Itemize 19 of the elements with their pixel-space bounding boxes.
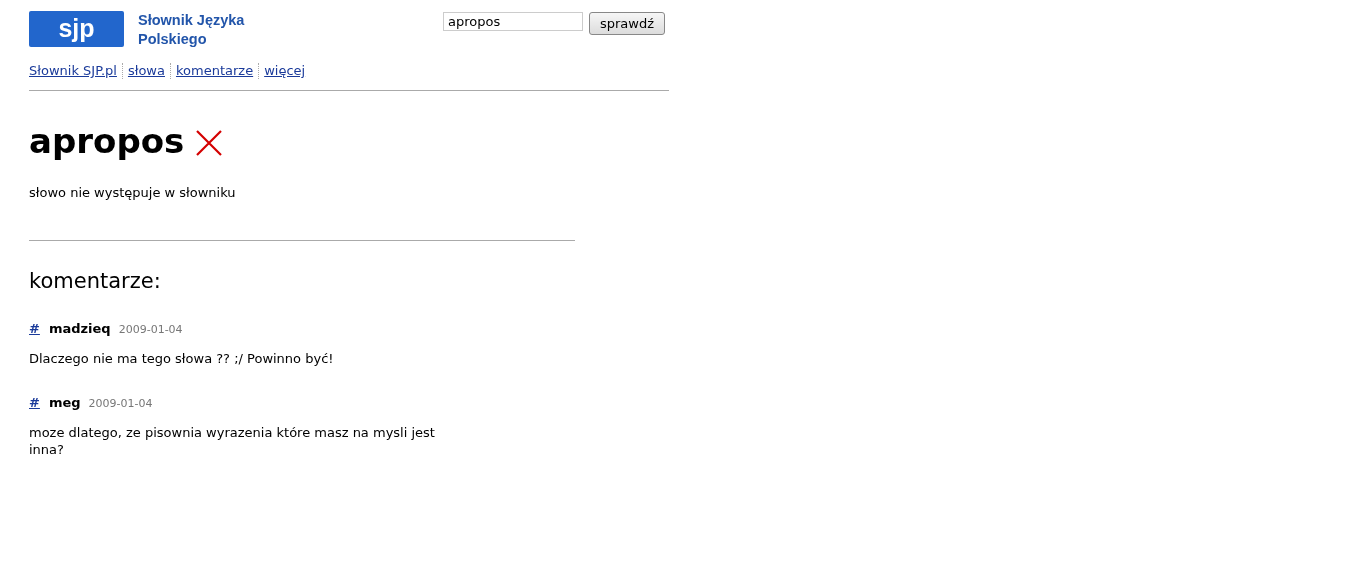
comment-date: 2009-01-04 bbox=[88, 397, 153, 410]
comment-link[interactable]: # bbox=[29, 395, 40, 410]
nav-link[interactable]: więcej bbox=[258, 63, 311, 79]
nav-link[interactable]: słowa bbox=[121, 63, 170, 79]
comment-date: 2009-01-04 bbox=[118, 323, 183, 336]
check-button[interactable]: sprawdź bbox=[588, 12, 665, 35]
comment-author: madzieq bbox=[48, 321, 111, 336]
nav-link[interactable]: Słownik SJP.pl bbox=[29, 63, 122, 79]
entry-message: słowo nie występuje w słowniku bbox=[29, 185, 237, 200]
nav-link[interactable]: komentarze bbox=[170, 63, 259, 79]
entry-word: apropos bbox=[29, 121, 185, 161]
comment-text: moze dlatego, ze pisownia wyrazenia które masz na mysli jest inna? bbox=[29, 424, 436, 458]
logo[interactable]: sjp bbox=[29, 11, 124, 47]
comment-text: Dlaczego nie ma tego słowa ?? ;/ Powinno być! bbox=[29, 350, 335, 367]
comment-link[interactable]: # bbox=[29, 321, 40, 336]
comment-author: meg bbox=[48, 395, 81, 410]
site-title[interactable]: Słownik Języka Polskiego bbox=[138, 11, 268, 49]
search-field[interactable]: apropos bbox=[442, 12, 583, 31]
comments-heading: komentarze: bbox=[29, 269, 162, 293]
